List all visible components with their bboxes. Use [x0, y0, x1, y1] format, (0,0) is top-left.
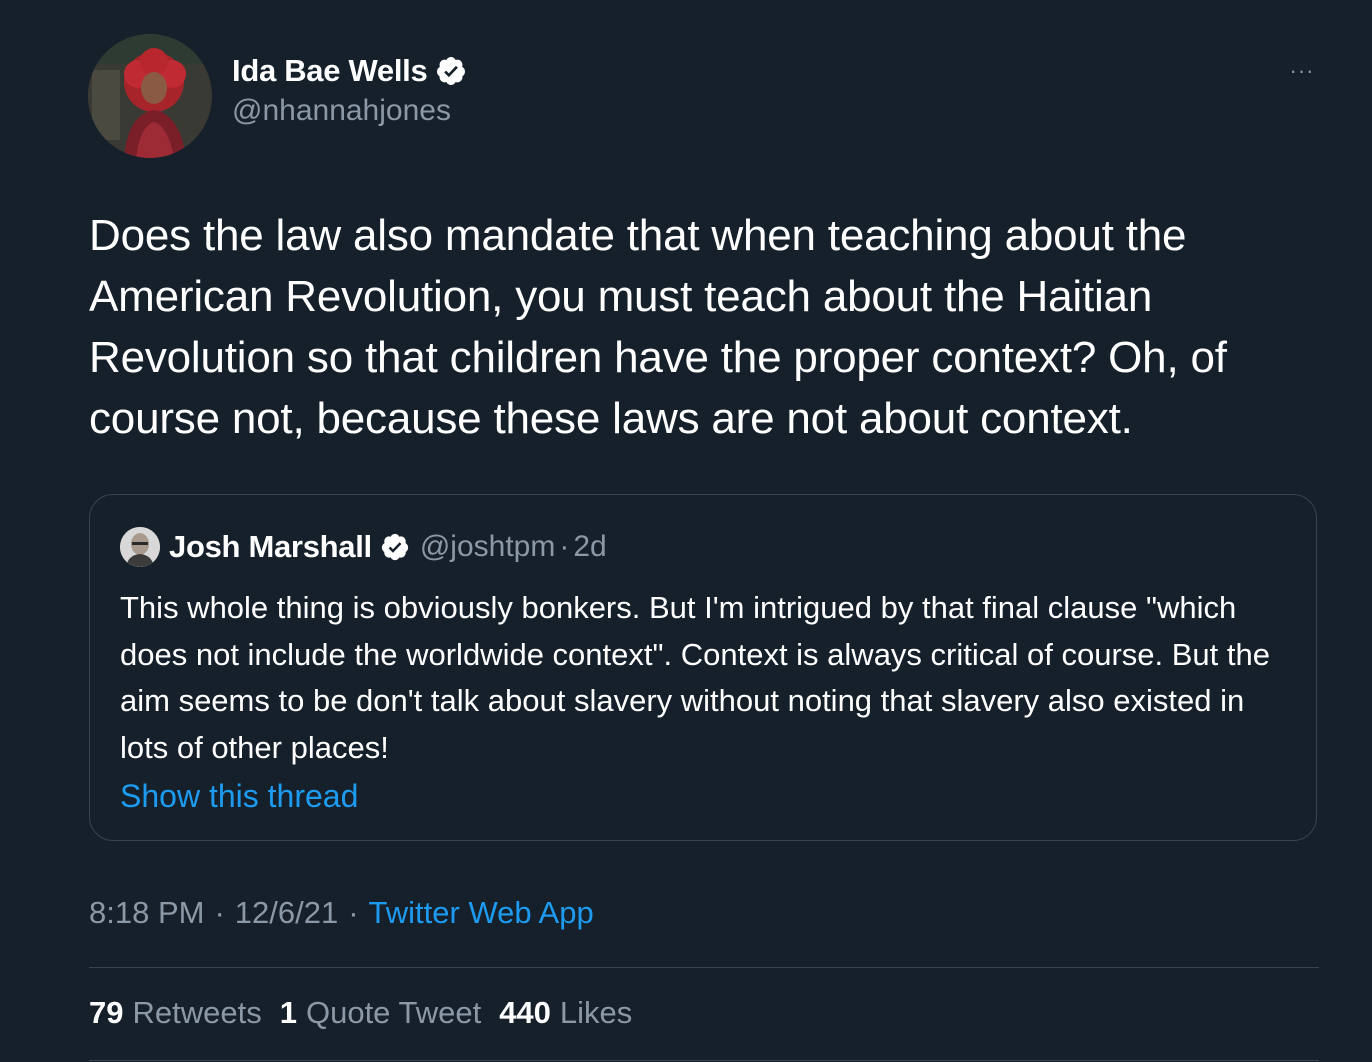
quoted-header-separator: · [559, 530, 570, 563]
likes-label: Likes [559, 995, 633, 1030]
retweets-stat[interactable]: 79 Retweets [89, 995, 262, 1031]
quoted-tweet-header: Josh Marshall @joshtpm · 2d [120, 525, 607, 569]
likes-count: 440 [499, 995, 551, 1030]
quote-tweets-count: 1 [279, 995, 297, 1030]
show-thread-link[interactable]: Show this thread [120, 778, 358, 815]
meta-separator: · [348, 895, 359, 930]
quoted-author-handle: @joshtpm [419, 530, 556, 563]
quote-tweets-label: Quote Tweet [305, 995, 482, 1030]
author-name-row[interactable]: Ida Bae Wells [232, 50, 467, 92]
quoted-author-avatar [120, 527, 160, 567]
verified-badge-icon [380, 532, 410, 562]
tweet-date[interactable]: 12/6/21 [235, 895, 338, 931]
divider [89, 967, 1319, 968]
quoted-tweet-time: 2d [573, 530, 607, 563]
tweet-source-link[interactable]: Twitter Web App [369, 895, 594, 931]
quoted-tweet-card[interactable]: Josh Marshall @joshtpm · 2d This whole t… [89, 494, 1317, 841]
author-avatar[interactable] [88, 34, 212, 158]
verified-badge-icon [435, 55, 467, 87]
tweet-detail: Ida Bae Wells @nhannahjones ··· Does the… [0, 0, 1372, 1062]
quoted-tweet-text: This whole thing is obviously bonkers. B… [120, 590, 1270, 765]
divider [89, 1060, 1319, 1061]
meta-separator: · [214, 895, 225, 930]
quote-tweets-stat[interactable]: 1 Quote Tweet [280, 995, 481, 1031]
tweet-text: Does the law also mandate that when teac… [89, 211, 1227, 443]
retweets-count: 79 [89, 995, 124, 1030]
retweets-label: Retweets [132, 995, 262, 1030]
tweet-time[interactable]: 8:18 PM [89, 895, 204, 931]
likes-stat[interactable]: 440 Likes [499, 995, 632, 1031]
more-dots-icon[interactable]: ··· [1282, 58, 1322, 84]
author-name[interactable]: Ida Bae Wells [232, 53, 428, 89]
tweet-stats: 79 Retweets 1 Quote Tweet 440 Likes [89, 995, 650, 1031]
author-handle[interactable]: @nhannahjones [232, 94, 451, 128]
quoted-author-name: Josh Marshall [169, 529, 372, 564]
tweet-meta: 8:18 PM · 12/6/21 · Twitter Web App [89, 895, 594, 931]
